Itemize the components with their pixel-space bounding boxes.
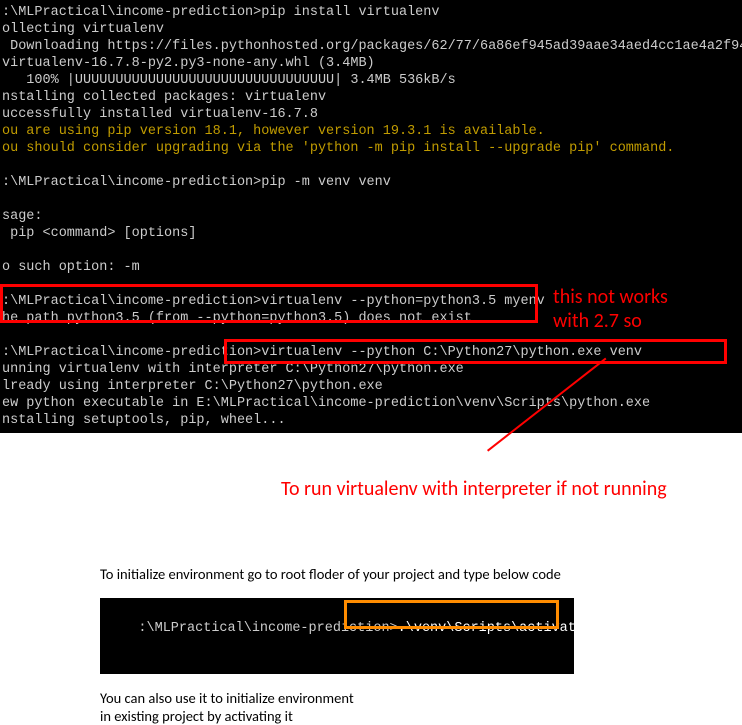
terminal-line: ollecting virtualenv: [2, 21, 742, 38]
terminal-line: lready using interpreter C:\Python27\pyt…: [2, 378, 742, 395]
terminal-line: [2, 191, 742, 208]
terminal-line: :\MLPractical\income-prediction>pip inst…: [2, 4, 742, 21]
annotation-text-3: To run virtualenv with interpreter if no…: [281, 477, 667, 501]
terminal-line: o such option: -m: [2, 259, 742, 276]
terminal-line: :\MLPractical\income-prediction>virtuale…: [2, 344, 742, 361]
terminal-line: 100% |UUUUUUUUUUUUUUUUUUUUUUUUUUUUUUUU| …: [2, 72, 742, 89]
annotation-text-2: with 2.7 so: [553, 309, 642, 333]
instruction-text-1: To initialize environment go to root flo…: [100, 565, 574, 583]
terminal-line: sage:: [2, 208, 742, 225]
terminal-line: nstalling collected packages: virtualenv: [2, 89, 742, 106]
terminal-line: Downloading https://files.pythonhosted.o…: [2, 38, 742, 55]
code-block: :\MLPractical\income-prediction>.\venv\S…: [100, 598, 574, 674]
annotation-text-1: this not works: [553, 285, 668, 309]
instruction-text-2b: in existing project by activating it: [100, 707, 574, 725]
terminal-line: ew python executable in E:\MLPractical\i…: [2, 395, 742, 412]
terminal-line: virtualenv-16.7.8-py2.py3-none-any.whl (…: [2, 55, 742, 72]
terminal-line: ou should consider upgrading via the 'py…: [2, 140, 742, 157]
terminal-line: :\MLPractical\income-prediction>pip -m v…: [2, 174, 742, 191]
terminal-line: unning virtualenv with interpreter C:\Py…: [2, 361, 742, 378]
instruction-text-2a: You can also use it to initialize enviro…: [100, 689, 574, 707]
terminal-line: uccessfully installed virtualenv-16.7.8: [2, 106, 742, 123]
terminal-line: [2, 242, 742, 259]
terminal-line: [2, 157, 742, 174]
code-prompt: :\MLPractical\income-prediction>: [138, 621, 397, 636]
terminal-window: :\MLPractical\income-prediction>pip inst…: [0, 0, 742, 433]
terminal-line: ou are using pip version 18.1, however v…: [2, 123, 742, 140]
instructions-section: To initialize environment go to root flo…: [100, 565, 574, 725]
terminal-line: nstalling setuptools, pip, wheel...: [2, 412, 742, 429]
code-command: .\venv\Scripts\activate: [398, 621, 584, 636]
terminal-line: pip <command> [options]: [2, 225, 742, 242]
